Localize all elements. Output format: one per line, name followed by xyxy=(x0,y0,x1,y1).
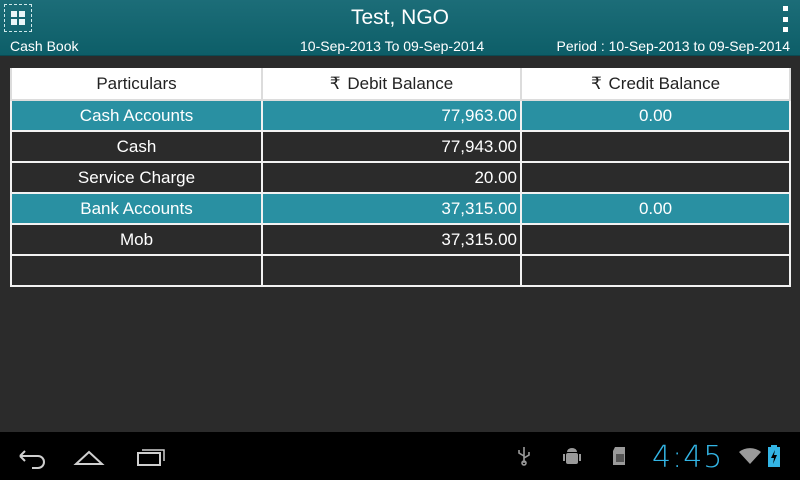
overflow-menu-icon[interactable] xyxy=(782,6,788,32)
row-credit xyxy=(520,254,791,287)
action-bar: Test, NGO Cash Book 10-Sep-2013 To 09-Se… xyxy=(0,0,800,56)
cash-book-table: Particulars ₹ Debit Balance ₹ Credit Bal… xyxy=(10,68,791,287)
table-header-row: Particulars ₹ Debit Balance ₹ Credit Bal… xyxy=(10,68,791,101)
row-debit: 20.00 xyxy=(261,161,522,194)
row-debit xyxy=(261,254,522,287)
page-title: Test, NGO xyxy=(350,6,450,29)
recent-apps-icon[interactable] xyxy=(134,442,168,470)
row-credit: 0.00 xyxy=(520,99,791,132)
row-particulars: Mob xyxy=(10,223,263,256)
row-credit xyxy=(520,130,791,163)
row-credit xyxy=(520,223,791,256)
battery-charging-icon xyxy=(768,445,780,467)
table-row[interactable] xyxy=(10,254,791,287)
column-header-particulars: Particulars xyxy=(10,68,263,101)
home-icon[interactable] xyxy=(72,442,106,470)
column-header-debit: ₹ Debit Balance xyxy=(261,68,522,101)
row-debit: 77,943.00 xyxy=(261,130,522,163)
back-icon[interactable] xyxy=(14,442,48,470)
debit-header-label: Debit Balance xyxy=(347,73,454,93)
row-credit: 0.00 xyxy=(520,192,791,225)
wifi-icon xyxy=(739,448,761,464)
table-row[interactable]: Bank Accounts 37,315.00 0.00 xyxy=(10,192,791,225)
report-name: Cash Book xyxy=(10,38,79,54)
row-particulars: Cash Accounts xyxy=(10,99,263,132)
sd-card-icon xyxy=(613,447,625,465)
table-row[interactable]: Service Charge 20.00 xyxy=(10,161,791,194)
status-clock: 4:45 xyxy=(652,440,724,475)
usb-icon xyxy=(518,447,530,466)
row-credit xyxy=(520,161,791,194)
table-row[interactable]: Mob 37,315.00 xyxy=(10,223,791,256)
table-row[interactable]: Cash Accounts 77,963.00 0.00 xyxy=(10,99,791,132)
row-particulars: Bank Accounts xyxy=(10,192,263,225)
date-range: 10-Sep-2013 To 09-Sep-2014 xyxy=(300,38,485,54)
period-label: Period : 10-Sep-2013 to 09-Sep-2014 xyxy=(556,38,791,54)
rupee-icon: ₹ xyxy=(329,73,341,93)
column-header-credit: ₹ Credit Balance xyxy=(520,68,791,101)
android-debug-icon xyxy=(563,448,581,464)
row-debit: 37,315.00 xyxy=(261,223,522,256)
credit-header-label: Credit Balance xyxy=(608,73,721,93)
row-particulars: Service Charge xyxy=(10,161,263,194)
row-particulars xyxy=(10,254,263,287)
table-row[interactable]: Cash 77,943.00 xyxy=(10,130,791,163)
rupee-icon: ₹ xyxy=(590,73,602,93)
row-debit: 77,963.00 xyxy=(261,99,522,132)
row-particulars: Cash xyxy=(10,130,263,163)
row-debit: 37,315.00 xyxy=(261,192,522,225)
